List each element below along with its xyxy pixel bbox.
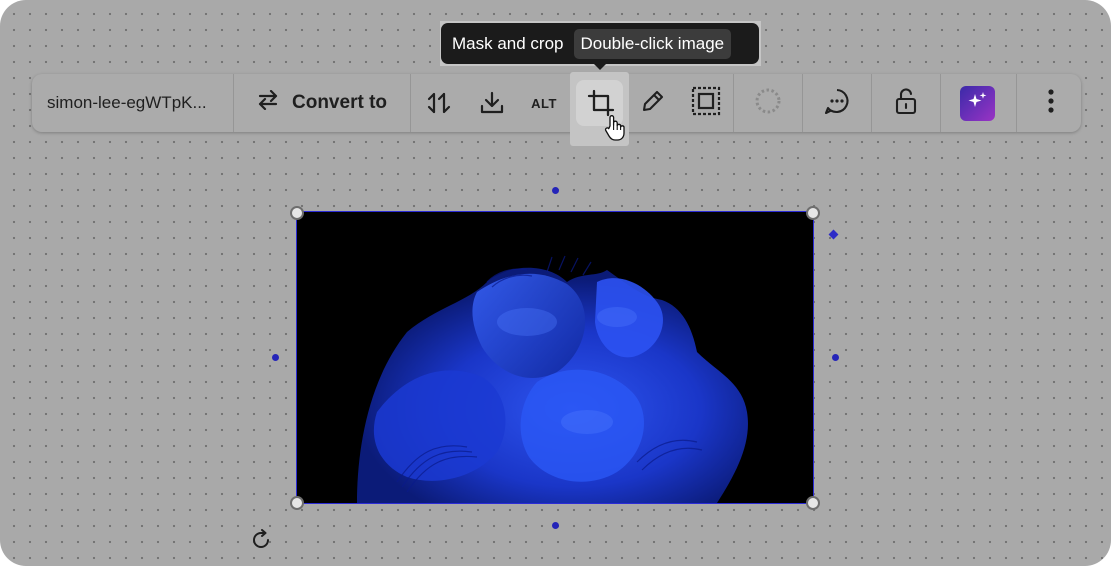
canvas[interactable]: simon-lee-egWTpK... Convert to ALT Mask … (0, 0, 1111, 566)
resize-handle-bottom[interactable] (552, 522, 559, 529)
more-vertical-icon (1047, 88, 1055, 119)
toolbar-divider (733, 74, 734, 132)
rotate-icon[interactable] (250, 529, 272, 556)
edit-button[interactable] (630, 74, 676, 132)
convert-to-button[interactable]: Convert to (234, 89, 410, 116)
comment-icon (823, 87, 851, 120)
resize-handle-top[interactable] (552, 187, 559, 194)
abstract-blue-image (297, 212, 813, 503)
loading-button[interactable] (740, 74, 795, 132)
swap-horizontal-icon (256, 89, 280, 116)
toolbar-divider (802, 74, 803, 132)
toolbar-divider (1016, 74, 1017, 132)
sparkles-icon (967, 90, 989, 117)
swap-vertical-icon (426, 90, 452, 116)
selected-image[interactable] (296, 211, 814, 504)
alt-text-label: ALT (531, 95, 557, 111)
tooltip-shortcut-hint: Double-click image (573, 28, 732, 59)
lock-button[interactable] (878, 74, 934, 132)
frame-icon (691, 86, 721, 121)
download-button[interactable] (467, 74, 517, 132)
file-name[interactable]: simon-lee-egWTpK... (32, 93, 233, 113)
hand-pointer-cursor-icon (604, 114, 626, 147)
magic-button[interactable] (960, 86, 995, 121)
resize-handle-top-right[interactable] (806, 206, 820, 220)
alt-text-button[interactable]: ALT (517, 74, 571, 132)
frame-button[interactable] (682, 74, 730, 132)
resize-handle-right[interactable] (832, 354, 839, 361)
more-options-button[interactable] (1024, 74, 1078, 132)
link-handle-diamond[interactable] (828, 229, 839, 240)
tooltip: Mask and crop Double-click image (441, 23, 759, 64)
swap-vertical-button[interactable] (411, 74, 467, 132)
download-icon (479, 90, 505, 116)
loading-dots-icon (753, 86, 783, 121)
resize-handle-bottom-left[interactable] (290, 496, 304, 510)
tooltip-arrow (593, 63, 607, 70)
resize-handle-left[interactable] (272, 354, 279, 361)
toolbar-divider (940, 74, 941, 132)
resize-handle-top-left[interactable] (290, 206, 304, 220)
unlock-icon (893, 87, 919, 120)
convert-to-label: Convert to (292, 92, 387, 113)
comment-button[interactable] (810, 74, 864, 132)
resize-handle-bottom-right[interactable] (806, 496, 820, 510)
pencil-icon (640, 88, 666, 119)
toolbar-divider (871, 74, 872, 132)
tooltip-title: Mask and crop (452, 33, 564, 53)
